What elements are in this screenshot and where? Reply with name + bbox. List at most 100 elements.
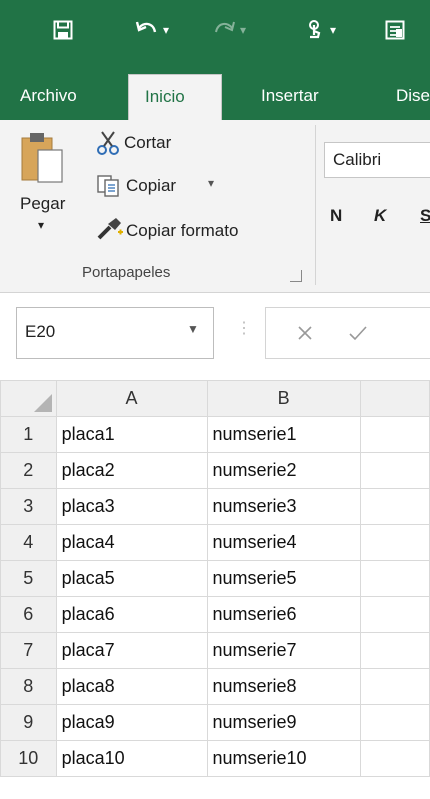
undo-dropdown-icon[interactable]: ▾ bbox=[163, 23, 169, 37]
table-row: 4 placa4 numserie4 bbox=[0, 524, 430, 561]
format-painter-icon bbox=[97, 218, 123, 240]
row-header[interactable]: 3 bbox=[0, 488, 57, 525]
cell-a8[interactable]: placa8 bbox=[55, 668, 208, 705]
ribbon-tabs: Archivo Inicio Insertar Dise bbox=[0, 60, 430, 120]
font-name-value: Calibri bbox=[333, 150, 382, 169]
italic-button[interactable]: K bbox=[374, 206, 386, 226]
cell-b1[interactable]: numserie1 bbox=[206, 416, 361, 453]
table-row: 10 placa10 numserie10 bbox=[0, 740, 430, 777]
cell-b9[interactable]: numserie9 bbox=[206, 704, 361, 741]
cell-a2[interactable]: placa2 bbox=[55, 452, 208, 489]
table-row: 7 placa7 numserie7 bbox=[0, 632, 430, 669]
bold-button[interactable]: N bbox=[330, 206, 342, 226]
clipboard-paste-icon bbox=[21, 133, 63, 183]
cell-b5[interactable]: numserie5 bbox=[206, 560, 361, 597]
table-row: 8 placa8 numserie8 bbox=[0, 668, 430, 705]
cell-c1[interactable] bbox=[359, 416, 430, 453]
redo-dropdown-icon[interactable]: ▾ bbox=[240, 23, 246, 37]
row-header[interactable]: 4 bbox=[0, 524, 57, 561]
cell-c2[interactable] bbox=[359, 452, 430, 489]
cell-c5[interactable] bbox=[359, 560, 430, 597]
select-all-corner[interactable] bbox=[0, 380, 57, 417]
enter-icon[interactable] bbox=[348, 324, 368, 342]
cell-c3[interactable] bbox=[359, 488, 430, 525]
row-header[interactable]: 5 bbox=[0, 560, 57, 597]
paste-dropdown-icon[interactable]: ▾ bbox=[38, 218, 44, 232]
column-header-b[interactable]: B bbox=[206, 380, 361, 417]
clipboard-group-label: Portapapeles bbox=[82, 264, 171, 281]
cell-b6[interactable]: numserie6 bbox=[206, 596, 361, 633]
redo-icon bbox=[215, 21, 235, 33]
cell-b7[interactable]: numserie7 bbox=[206, 632, 361, 669]
save-button[interactable] bbox=[48, 14, 78, 46]
cell-a4[interactable]: placa4 bbox=[55, 524, 208, 561]
tab-inicio[interactable]: Inicio bbox=[128, 74, 222, 120]
row-header[interactable]: 7 bbox=[0, 632, 57, 669]
touch-mode-dropdown-icon[interactable]: ▾ bbox=[330, 23, 336, 37]
table-row: 3 placa3 numserie3 bbox=[0, 488, 430, 525]
format-painter-button[interactable]: Copiar formato bbox=[96, 214, 296, 246]
row-header[interactable]: 2 bbox=[0, 452, 57, 489]
table-row: 2 placa2 numserie2 bbox=[0, 452, 430, 489]
underline-button[interactable]: S bbox=[420, 206, 430, 226]
cell-b2[interactable]: numserie2 bbox=[206, 452, 361, 489]
select-all-triangle-icon bbox=[33, 394, 52, 412]
cut-label: Cortar bbox=[124, 133, 172, 152]
paste-button[interactable]: Pegar ▾ bbox=[16, 130, 90, 248]
row-header[interactable]: 9 bbox=[0, 704, 57, 741]
column-header-a[interactable]: A bbox=[55, 380, 208, 417]
form-icon bbox=[385, 20, 405, 40]
cell-c6[interactable] bbox=[359, 596, 430, 633]
cell-c4[interactable] bbox=[359, 524, 430, 561]
cancel-icon[interactable] bbox=[296, 324, 314, 342]
title-bar: ▾ ▾ ▾ bbox=[0, 0, 430, 60]
touch-mode-button[interactable]: ▾ bbox=[290, 14, 350, 46]
cell-b3[interactable]: numserie3 bbox=[206, 488, 361, 525]
name-box-value: E20 bbox=[25, 322, 56, 341]
cell-a7[interactable]: placa7 bbox=[55, 632, 208, 669]
cell-a3[interactable]: placa3 bbox=[55, 488, 208, 525]
format-painter-label: Copiar formato bbox=[126, 221, 239, 240]
row-header[interactable]: 6 bbox=[0, 596, 57, 633]
table-row: 9 placa9 numserie9 bbox=[0, 704, 430, 741]
ribbon-content: Pegar ▾ Cortar Copiar ▾ Copiar formato P… bbox=[0, 120, 430, 293]
cell-b8[interactable]: numserie8 bbox=[206, 668, 361, 705]
copy-button[interactable]: Copiar ▾ bbox=[96, 170, 236, 202]
cell-b10[interactable]: numserie10 bbox=[206, 740, 361, 777]
undo-icon bbox=[135, 21, 157, 33]
cell-c10[interactable] bbox=[359, 740, 430, 777]
tab-diseno[interactable]: Dise bbox=[380, 74, 430, 120]
font-name-combobox[interactable]: Calibri bbox=[324, 142, 430, 178]
row-header[interactable]: 10 bbox=[0, 740, 57, 777]
cell-c8[interactable] bbox=[359, 668, 430, 705]
tab-insertar[interactable]: Insertar bbox=[245, 74, 335, 120]
table-row: 5 placa5 numserie5 bbox=[0, 560, 430, 597]
formula-bar-grip-icon: ⋮ bbox=[236, 320, 252, 337]
cell-a10[interactable]: placa10 bbox=[55, 740, 208, 777]
column-header-c[interactable] bbox=[359, 380, 430, 417]
cut-button[interactable]: Cortar bbox=[96, 128, 216, 160]
cell-b4[interactable]: numserie4 bbox=[206, 524, 361, 561]
cell-a5[interactable]: placa5 bbox=[55, 560, 208, 597]
row-header[interactable]: 1 bbox=[0, 416, 57, 453]
copy-icon bbox=[97, 175, 119, 197]
clipboard-dialog-launcher-icon[interactable] bbox=[290, 270, 302, 282]
spreadsheet-grid: A B 1 placa1 numserie1 2 placa2 numserie… bbox=[0, 380, 430, 777]
row-header[interactable]: 8 bbox=[0, 668, 57, 705]
cell-a6[interactable]: placa6 bbox=[55, 596, 208, 633]
table-row: 1 placa1 numserie1 bbox=[0, 416, 430, 453]
redo-button[interactable]: ▾ bbox=[205, 14, 255, 46]
copy-dropdown-icon[interactable]: ▾ bbox=[208, 176, 214, 190]
name-box[interactable]: E20 ▼ bbox=[16, 307, 214, 359]
cell-a1[interactable]: placa1 bbox=[55, 416, 208, 453]
paste-label: Pegar bbox=[20, 194, 66, 213]
undo-button[interactable]: ▾ bbox=[122, 14, 182, 46]
name-box-dropdown-icon[interactable]: ▼ bbox=[187, 322, 199, 336]
formula-bar[interactable] bbox=[265, 307, 430, 359]
cell-c7[interactable] bbox=[359, 632, 430, 669]
scissors-icon bbox=[97, 131, 119, 155]
form-button[interactable] bbox=[380, 14, 410, 46]
tab-archivo[interactable]: Archivo bbox=[4, 74, 93, 120]
cell-c9[interactable] bbox=[359, 704, 430, 741]
cell-a9[interactable]: placa9 bbox=[55, 704, 208, 741]
